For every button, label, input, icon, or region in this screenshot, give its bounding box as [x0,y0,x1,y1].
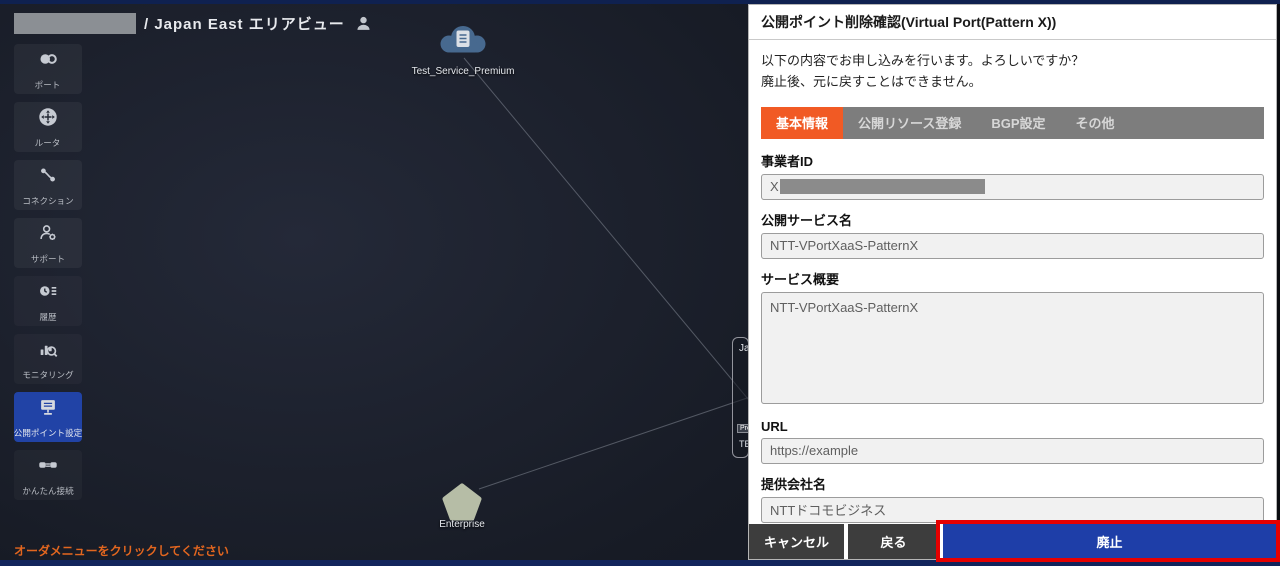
business-id-field[interactable]: X [761,173,1264,200]
sidebar-item-monitoring[interactable]: モニタリング [14,334,82,384]
tab-basic-info[interactable]: 基本情報 [761,106,844,139]
service-overview-label: サービス概要 [761,271,840,287]
easy-connect-icon [36,454,60,481]
cloud-node-label: Test_Service_Premium [411,66,515,77]
tab-bgp-settings[interactable]: BGP設定 [976,107,1060,139]
person-icon[interactable] [355,15,372,32]
area-view-title: / Japan East エリアビュー [144,16,345,33]
connection-icon [36,164,60,191]
url-label: URL [761,418,788,434]
pentagon-icon [442,483,482,521]
tab-public-resource[interactable]: 公開リソース登録 [843,107,976,139]
topology-canvas[interactable]: / Japan East エリアビュー ポート ルータ コネクション サポート … [0,0,748,566]
monitoring-icon [36,338,60,365]
public-point-icon [36,396,60,423]
service-name-label: 公開サービス名 [761,212,853,228]
enterprise-node-label: Enterprise [439,519,485,530]
redacted-tenant-name [14,13,136,34]
group-box-premium-badge: Prem [737,424,748,433]
sidebar-item-history[interactable]: 履歴 [14,276,82,326]
confirmation-line-1: 以下の内容でお申し込みを行います。よろしいですか？ [761,53,1085,68]
business-id-redacted-value [779,179,985,195]
url-field[interactable] [761,437,1264,464]
sidebar-item-easy-connect[interactable]: かんたん接続 [14,450,82,500]
confirmation-text: 以下の内容でお申し込みを行います。よろしいですか？ 廃止後、元に戻すことはできま… [749,40,1276,99]
sidebar-label: サポート [30,253,66,264]
router-icon [36,106,60,133]
node-cloud-service[interactable] [434,22,492,69]
sidebar-item-support[interactable]: サポート [14,218,82,268]
provider-name-field[interactable] [761,496,1264,523]
top-navy-bar [0,0,1280,4]
panel-footer: キャンセル 戻る 廃止 [749,524,1276,559]
support-icon [36,222,60,249]
sidebar-item-port[interactable]: ポート [14,44,82,94]
sidebar-item-router[interactable]: ルータ [14,102,82,152]
sidebar-item-public-point-settings[interactable]: 公開ポイント設定 [14,392,82,442]
sidebar-label: モニタリング [22,369,74,380]
provider-name-label: 提供会社名 [761,476,827,492]
tab-other[interactable]: その他 [1061,107,1130,139]
cancel-button[interactable]: キャンセル [749,524,844,559]
group-box-title: Ja [739,343,748,354]
cloud-icon [440,26,486,53]
sidebar-label: ポート [35,79,61,90]
sidebar-label: 公開ポイント設定 [13,427,83,438]
confirmation-line-2: 廃止後、元に戻すことはできません。 [761,74,982,90]
connection-lines [463,57,748,490]
port-icon [36,48,60,75]
sidebar-label: かんたん接続 [22,485,74,496]
delete-confirmation-panel: 公開ポイント削除確認(Virtual Port(Pattern X)) 以下の内… [748,4,1277,560]
breadcrumb: / Japan East エリアビュー [14,13,372,34]
sidebar-item-connection[interactable]: コネクション [14,160,82,210]
bottom-navy-bar [0,560,1280,566]
node-group-box-clipped[interactable]: Ja Prem TE [732,337,748,458]
status-message: オーダメニューをクリックしてください [14,544,229,558]
business-id-value-prefix: X [770,179,779,195]
order-menu-sidebar: ポート ルータ コネクション サポート 履歴 モニタリング 公開ポイント設定 か… [14,44,82,500]
sidebar-label: 履歴 [39,311,57,322]
history-icon [36,280,60,307]
panel-title: 公開ポイント削除確認(Virtual Port(Pattern X)) [749,5,1276,40]
sidebar-label: ルータ [35,137,61,148]
group-box-text: TE [739,439,748,449]
service-name-field[interactable] [761,232,1264,259]
business-id-label: 事業者ID [761,153,814,169]
tab-bar: 基本情報 公開リソース登録 BGP設定 その他 [761,106,1264,139]
sidebar-label: コネクション [22,195,74,206]
abolish-button[interactable]: 廃止 [943,524,1276,559]
basic-info-form: 事業者ID X 公開サービス名 サービス概要 NTT-VPortXaaS-Pat… [749,139,1276,559]
app-window: / Japan East エリアビュー ポート ルータ コネクション サポート … [0,0,1280,566]
back-button[interactable]: 戻る [848,524,939,559]
service-overview-field[interactable]: NTT-VPortXaaS-PatternX [761,291,1264,404]
